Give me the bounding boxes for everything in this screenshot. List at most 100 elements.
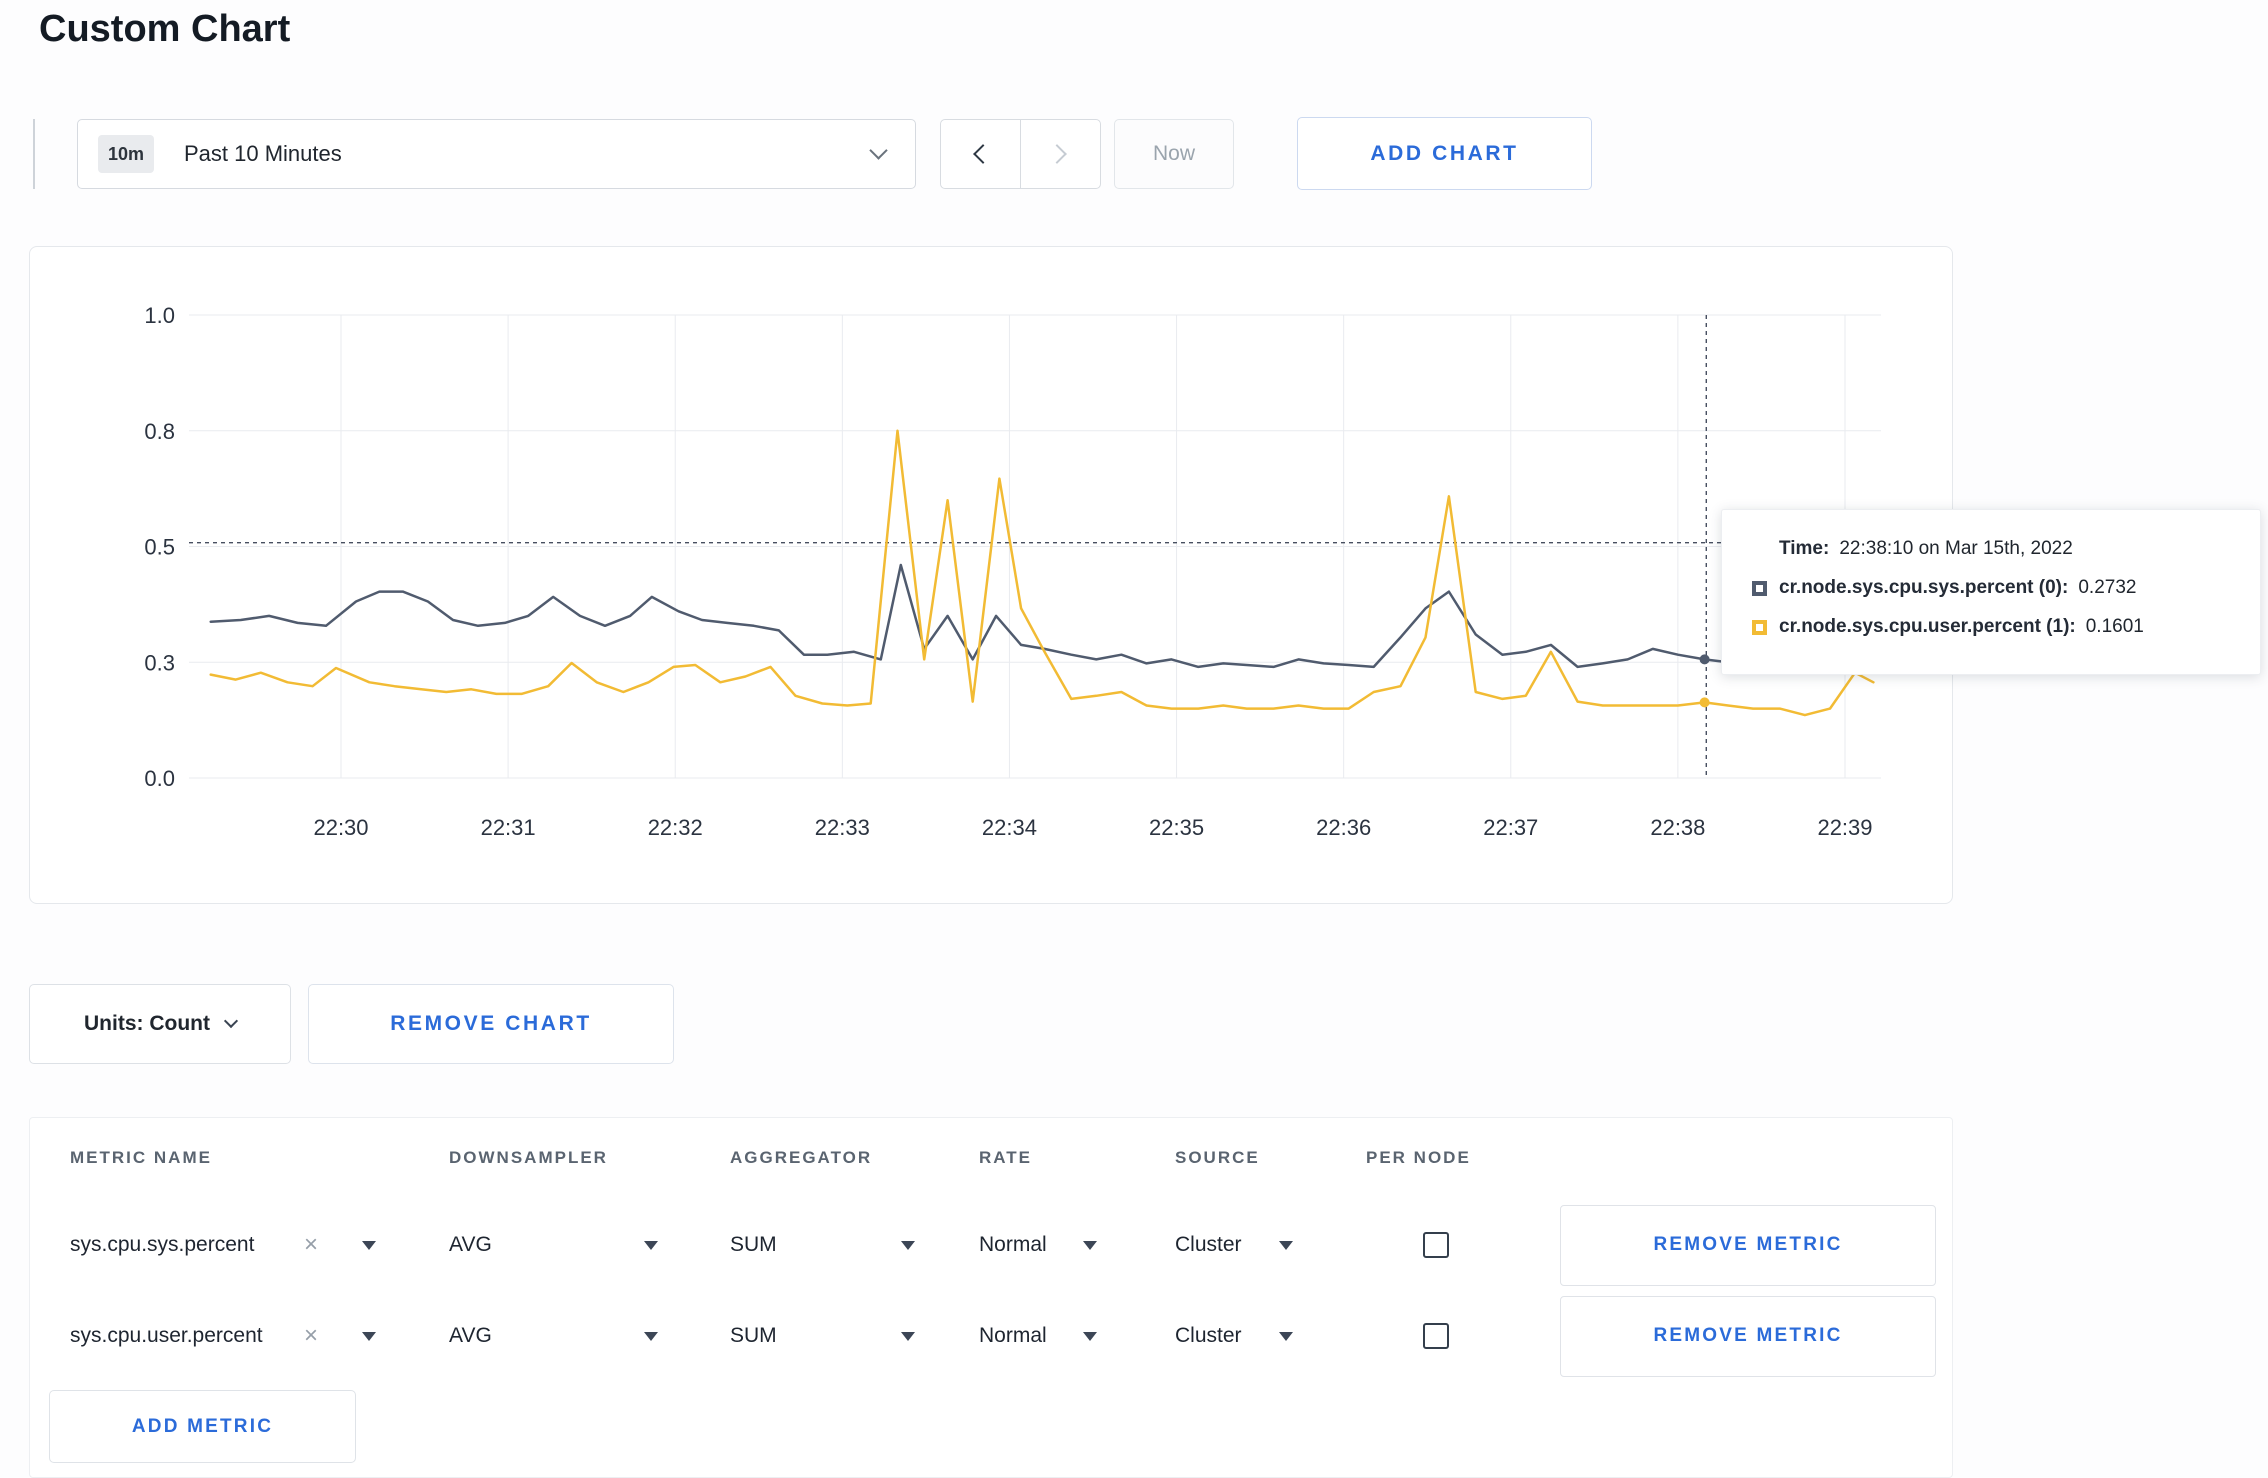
caret-down-icon bbox=[1279, 1332, 1293, 1341]
per-node-checkbox[interactable] bbox=[1423, 1232, 1449, 1258]
aggregator-select[interactable]: SUM bbox=[730, 1293, 979, 1379]
y-tick-label: 0.5 bbox=[144, 535, 175, 560]
x-tick-label: 22:34 bbox=[982, 815, 1037, 840]
per-node-cell bbox=[1366, 1202, 1560, 1288]
now-button[interactable]: Now bbox=[1114, 119, 1234, 189]
caret-down-icon bbox=[901, 1241, 915, 1250]
cr.node.sys.cpu.user.percent-hover-dot bbox=[1699, 697, 1710, 708]
caret-down-icon bbox=[362, 1241, 376, 1250]
sys-series-label: cr.node.sys.cpu.sys.percent (0): bbox=[1779, 577, 2069, 598]
x-tick-label: 22:35 bbox=[1149, 815, 1204, 840]
x-tick-label: 22:38 bbox=[1650, 815, 1705, 840]
x-tick-label: 22:31 bbox=[481, 815, 536, 840]
caret-down-icon bbox=[1083, 1332, 1097, 1341]
metric-name-value: sys.cpu.user.percent bbox=[70, 1324, 263, 1347]
per-node-cell bbox=[1366, 1293, 1560, 1379]
aggregator-value: SUM bbox=[730, 1324, 777, 1347]
tooltip-user-series-row: cr.node.sys.cpu.user.percent (1): 0.1601 bbox=[1752, 616, 2236, 638]
time-range-dropdown[interactable]: 10m Past 10 Minutes bbox=[77, 119, 916, 189]
user-series-label: cr.node.sys.cpu.user.percent (1): bbox=[1779, 616, 2076, 637]
aggregator-select[interactable]: SUM bbox=[730, 1202, 979, 1288]
cr.node.sys.cpu.sys.percent-hover-dot bbox=[1699, 654, 1710, 665]
tooltip-time-label: Time: bbox=[1779, 538, 1830, 559]
chevron-left-icon bbox=[973, 144, 994, 164]
caret-down-icon bbox=[644, 1332, 658, 1341]
chevron-down-icon bbox=[223, 1013, 239, 1029]
y-tick-label: 1.0 bbox=[144, 303, 175, 328]
x-tick-label: 22:30 bbox=[313, 815, 368, 840]
user-series-value: 0.1601 bbox=[2085, 616, 2144, 637]
next-time-button[interactable] bbox=[1020, 120, 1100, 188]
x-tick-label: 22:36 bbox=[1316, 815, 1371, 840]
metric-name-select[interactable]: sys.cpu.sys.percent × bbox=[70, 1202, 449, 1288]
downsampler-select[interactable]: AVG bbox=[449, 1202, 730, 1288]
metric-row: sys.cpu.sys.percent × AVG SUM Normal Clu… bbox=[30, 1202, 1952, 1288]
x-tick-label: 22:39 bbox=[1817, 815, 1872, 840]
cr.node.sys.cpu.sys.percent-line bbox=[209, 563, 1875, 669]
add-chart-button[interactable]: ADD CHART bbox=[1297, 117, 1592, 190]
time-range-label: Past 10 Minutes bbox=[184, 141, 342, 166]
caret-down-icon bbox=[644, 1241, 658, 1250]
source-value: Cluster bbox=[1175, 1324, 1242, 1347]
rate-value: Normal bbox=[979, 1233, 1047, 1256]
metrics-table: METRIC NAME DOWNSAMPLER AGGREGATOR RATE … bbox=[29, 1117, 1953, 1478]
x-tick-label: 22:33 bbox=[815, 815, 870, 840]
actions-cell: REMOVE METRIC bbox=[1560, 1293, 1936, 1379]
metric-name-select[interactable]: sys.cpu.user.percent × bbox=[70, 1293, 449, 1379]
downsampler-select[interactable]: AVG bbox=[449, 1293, 730, 1379]
clear-metric-icon[interactable]: × bbox=[304, 1324, 318, 1348]
units-dropdown[interactable]: Units: Count bbox=[29, 984, 291, 1064]
caret-down-icon bbox=[1279, 1241, 1293, 1250]
time-range-badge: 10m bbox=[98, 135, 154, 173]
rate-select[interactable]: Normal bbox=[979, 1202, 1175, 1288]
tooltip-time-row: Time: 22:38:10 on Mar 15th, 2022 bbox=[1752, 538, 2236, 560]
header-aggregator: AGGREGATOR bbox=[730, 1148, 873, 1167]
x-tick-label: 22:32 bbox=[648, 815, 703, 840]
metrics-table-header: METRIC NAME DOWNSAMPLER AGGREGATOR RATE … bbox=[30, 1140, 1952, 1176]
user-series-swatch-icon bbox=[1752, 619, 1767, 635]
header-metric-name: METRIC NAME bbox=[70, 1148, 212, 1167]
header-per-node: PER NODE bbox=[1366, 1148, 1471, 1167]
y-tick-label: 0.8 bbox=[144, 419, 175, 444]
page-title: Custom Chart bbox=[39, 8, 291, 50]
rate-value: Normal bbox=[979, 1324, 1047, 1347]
chevron-right-icon bbox=[1047, 144, 1068, 164]
downsampler-value: AVG bbox=[449, 1233, 492, 1256]
remove-chart-button[interactable]: REMOVE CHART bbox=[308, 984, 674, 1064]
chart-card: 0.0 0.3 0.5 0.8 1.0 22:30 22:31 22:32 22:33 22:34… bbox=[29, 246, 1953, 904]
actions-cell: REMOVE METRIC bbox=[1560, 1202, 1936, 1288]
cr.node.sys.cpu.user.percent-line bbox=[209, 429, 1875, 717]
per-node-checkbox[interactable] bbox=[1423, 1323, 1449, 1349]
add-metric-button[interactable]: ADD METRIC bbox=[49, 1390, 356, 1463]
source-select[interactable]: Cluster bbox=[1175, 1293, 1366, 1379]
tooltip-sys-series-row: cr.node.sys.cpu.sys.percent (0): 0.2732 bbox=[1752, 577, 2236, 599]
caret-down-icon bbox=[362, 1332, 376, 1341]
metric-name-value: sys.cpu.sys.percent bbox=[70, 1233, 255, 1256]
downsampler-value: AVG bbox=[449, 1324, 492, 1347]
prev-time-button[interactable] bbox=[941, 120, 1021, 188]
remove-metric-button[interactable]: REMOVE METRIC bbox=[1560, 1295, 1936, 1377]
y-tick-label: 0.0 bbox=[144, 766, 175, 791]
custom-chart-page: Custom Chart 10m Past 10 Minutes Now ADD… bbox=[0, 0, 2268, 1478]
sys-series-value: 0.2732 bbox=[2078, 577, 2137, 598]
y-tick-label: 0.3 bbox=[144, 650, 175, 675]
aggregator-value: SUM bbox=[730, 1233, 777, 1256]
clear-metric-icon[interactable]: × bbox=[304, 1233, 318, 1257]
source-value: Cluster bbox=[1175, 1233, 1242, 1256]
units-label: Units: Count bbox=[84, 1012, 210, 1035]
sys-series-swatch-icon bbox=[1752, 580, 1767, 596]
source-select[interactable]: Cluster bbox=[1175, 1202, 1366, 1288]
header-source: SOURCE bbox=[1175, 1148, 1260, 1167]
header-downsampler: DOWNSAMPLER bbox=[449, 1148, 608, 1167]
caret-down-icon bbox=[901, 1332, 915, 1341]
caret-down-icon bbox=[1083, 1241, 1097, 1250]
remove-metric-button[interactable]: REMOVE METRIC bbox=[1560, 1204, 1936, 1286]
chevron-down-icon bbox=[869, 141, 888, 160]
metrics-line-chart[interactable]: 0.0 0.3 0.5 0.8 1.0 22:30 22:31 22:32 22:33 22:34… bbox=[30, 247, 1954, 905]
rate-select[interactable]: Normal bbox=[979, 1293, 1175, 1379]
toolbar-divider bbox=[33, 119, 35, 189]
header-rate: RATE bbox=[979, 1148, 1033, 1167]
metric-row: sys.cpu.user.percent × AVG SUM Normal Cl… bbox=[30, 1293, 1952, 1379]
chart-tooltip: Time: 22:38:10 on Mar 15th, 2022 cr.node… bbox=[1721, 509, 2261, 675]
x-tick-label: 22:37 bbox=[1483, 815, 1538, 840]
